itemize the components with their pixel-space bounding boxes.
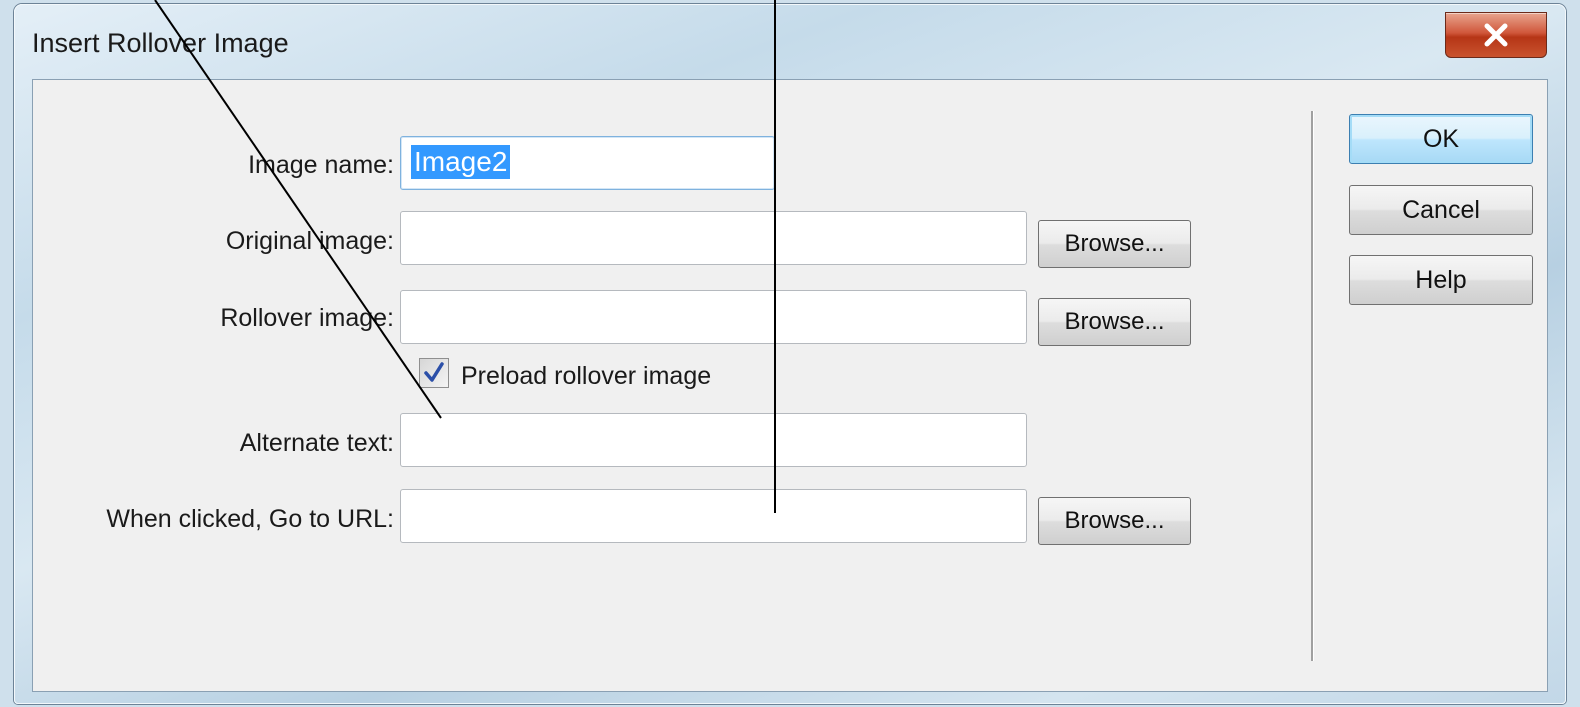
cancel-button[interactable]: Cancel [1349,185,1533,235]
rollover-image-browse-button[interactable]: Browse... [1038,298,1191,346]
dialog-window: Insert Rollover Image Image name: Image2… [14,4,1566,704]
url-label: When clicked, Go to URL: [106,505,394,533]
rollover-image-field[interactable] [400,290,1027,344]
url-field[interactable] [400,489,1027,543]
rollover-image-label: Rollover image: [220,304,394,332]
ok-button[interactable]: OK [1349,114,1533,164]
help-button[interactable]: Help [1349,255,1533,305]
image-name-label: Image name: [248,151,394,179]
close-icon [1484,23,1508,47]
alternate-text-label: Alternate text: [239,429,394,457]
image-name-value: Image2 [411,145,511,179]
checkmark-icon [424,362,444,382]
vertical-divider [1311,111,1314,661]
dialog-body: Image name: Image2 Original image: Brows… [32,79,1548,692]
close-button[interactable] [1445,12,1547,58]
image-name-field[interactable]: Image2 [400,136,775,190]
preload-label: Preload rollover image [461,362,712,390]
original-image-field[interactable] [400,211,1027,265]
original-image-browse-button[interactable]: Browse... [1038,220,1191,268]
original-image-label: Original image: [225,227,394,255]
preload-checkbox[interactable] [419,358,449,388]
window-title: Insert Rollover Image [32,28,289,58]
url-browse-button[interactable]: Browse... [1038,497,1191,545]
alternate-text-field[interactable] [400,413,1027,467]
